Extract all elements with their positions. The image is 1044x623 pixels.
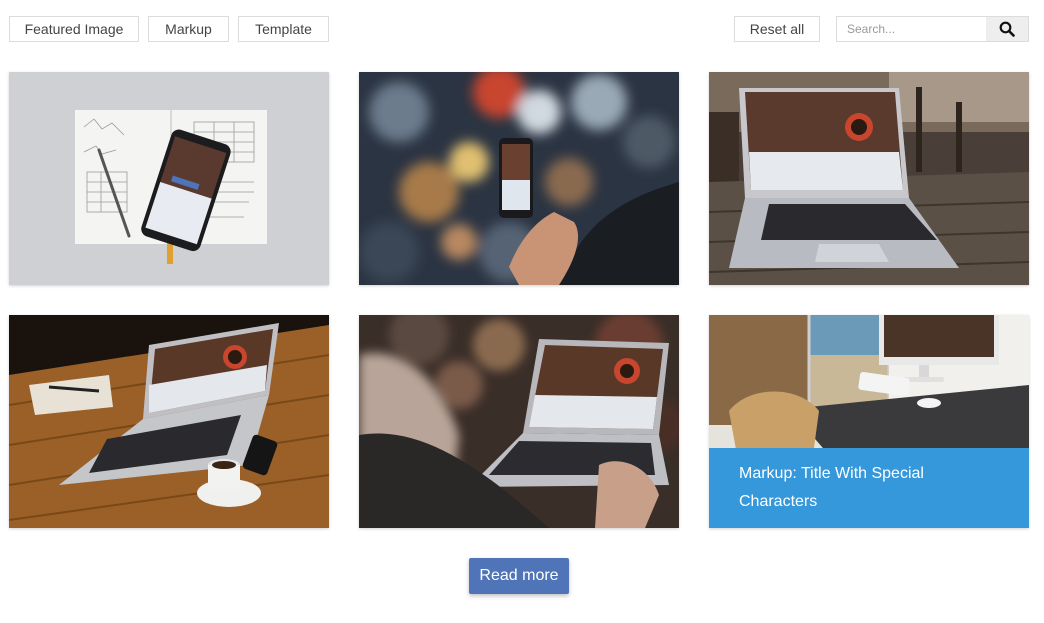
filter-markup-button[interactable]: Markup: [148, 16, 229, 42]
person-using-laptop-photo: [359, 315, 679, 528]
post-card[interactable]: [359, 72, 679, 285]
laptop-on-outdoor-table-photo: [709, 72, 1029, 285]
reset-all-button[interactable]: Reset all: [734, 16, 820, 42]
search-input[interactable]: [837, 17, 986, 41]
post-card[interactable]: [9, 72, 329, 285]
read-more-button[interactable]: Read more: [469, 558, 569, 594]
search-icon: [999, 21, 1015, 37]
post-card[interactable]: [709, 72, 1029, 285]
post-card[interactable]: Markup: Title With Special Characters: [709, 315, 1029, 528]
laptop-on-wooden-desk-photo: [9, 315, 329, 528]
hand-holding-phone-photo: [359, 72, 679, 285]
post-card[interactable]: [9, 315, 329, 528]
search-box: [836, 16, 1029, 42]
search-button[interactable]: [986, 17, 1028, 41]
phone-on-notebook-photo: [9, 72, 329, 285]
filter-toolbar: Featured Image Markup Template Reset all: [9, 16, 1029, 42]
filter-featured-image-button[interactable]: Featured Image: [9, 16, 139, 42]
filter-template-button[interactable]: Template: [238, 16, 329, 42]
post-card[interactable]: [359, 315, 679, 528]
post-caption[interactable]: Markup: Title With Special Characters: [709, 448, 1029, 528]
